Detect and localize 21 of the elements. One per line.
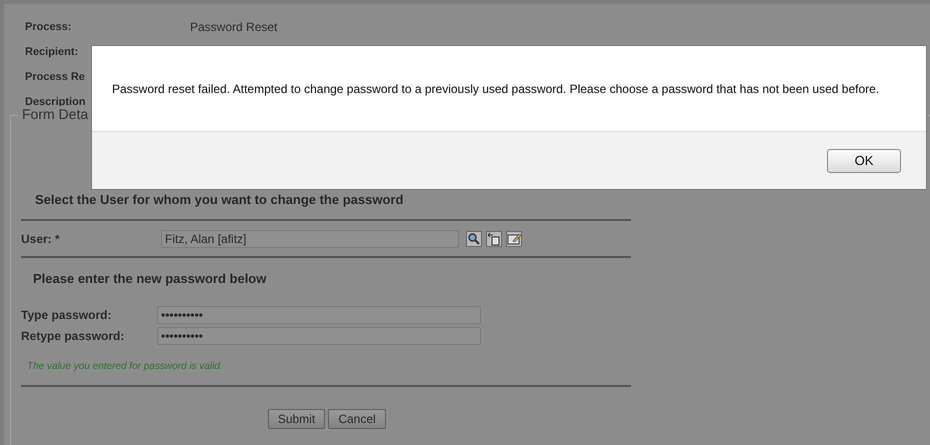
edit-icon[interactable] bbox=[506, 230, 522, 246]
field-label: Retype password: bbox=[21, 328, 126, 342]
cancel-button[interactable]: Cancel bbox=[328, 409, 386, 429]
field-label: Process Re bbox=[25, 70, 86, 82]
field-label: Recipient: bbox=[25, 46, 80, 58]
submit-button[interactable]: Submit bbox=[268, 409, 325, 429]
field-value: Password Reset bbox=[190, 20, 278, 34]
user-field[interactable]: Fitz, Alan [afitz] bbox=[161, 230, 459, 248]
ok-button[interactable]: OK bbox=[827, 148, 901, 172]
field-label: User: * bbox=[21, 232, 61, 246]
field-label: Description bbox=[25, 96, 87, 108]
field-label: Process: bbox=[25, 20, 72, 32]
section-heading: Select the User for whom you want to change the password bbox=[34, 192, 404, 209]
password-field[interactable]: •••••••••• bbox=[157, 306, 481, 324]
fieldset-legend: Form Deta bbox=[19, 106, 92, 122]
field-label: Type password: bbox=[21, 308, 112, 322]
search-icon[interactable] bbox=[466, 230, 482, 246]
validation-message: The value you entered for password is valid. bbox=[26, 360, 224, 374]
clipboard-icon[interactable] bbox=[486, 230, 502, 246]
section-heading: Please enter the new password below bbox=[32, 270, 268, 288]
password-field[interactable]: •••••••••• bbox=[157, 326, 481, 344]
